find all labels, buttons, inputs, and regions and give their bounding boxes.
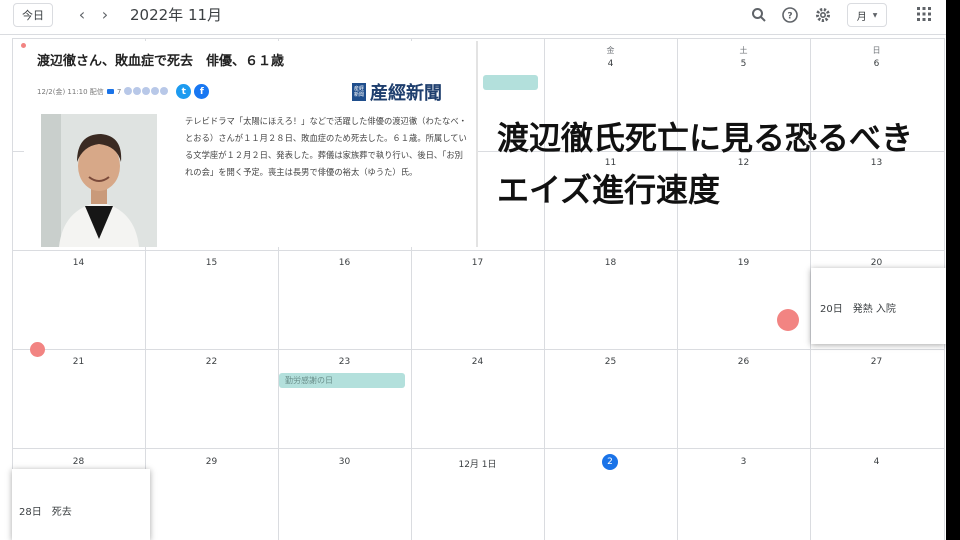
- day-number[interactable]: 22: [145, 357, 278, 367]
- gear-icon[interactable]: [813, 5, 833, 25]
- facebook-icon[interactable]: f: [194, 84, 210, 99]
- chevron-right-icon[interactable]: ›: [96, 5, 114, 25]
- day-number[interactable]: 5: [677, 59, 810, 69]
- day-number[interactable]: 3: [677, 457, 810, 467]
- event-popup-death[interactable]: 28日 死去: [12, 469, 150, 540]
- day-number[interactable]: 19: [677, 258, 810, 268]
- day-number[interactable]: 21: [12, 357, 145, 367]
- today-button[interactable]: 今日: [13, 3, 53, 27]
- marker-dot: [777, 309, 799, 331]
- day-number[interactable]: 12月 1日: [411, 457, 544, 470]
- view-select-label: 月: [856, 11, 867, 23]
- month-title: 2022年 11月: [130, 6, 223, 24]
- day-number[interactable]: 4: [810, 457, 943, 467]
- day-number[interactable]: 28: [12, 457, 145, 467]
- paper-name: 産經新聞: [370, 83, 442, 104]
- paper-mark: 産経新聞: [352, 83, 366, 101]
- caret-down-icon: ▼: [872, 11, 878, 19]
- day-number[interactable]: 4: [544, 59, 677, 69]
- day-number[interactable]: 26: [677, 357, 810, 367]
- day-number[interactable]: 16: [278, 258, 411, 268]
- event-chip-holiday[interactable]: 勤労感謝の日: [279, 373, 405, 388]
- day-number[interactable]: 18: [544, 258, 677, 268]
- article-meta: 12/2(金) 11:10 配信 7 t f: [37, 84, 210, 99]
- day-number[interactable]: 27: [810, 357, 943, 367]
- weekday-label: 土: [739, 46, 748, 55]
- day-number[interactable]: 24: [411, 357, 544, 367]
- comment-icon: [106, 89, 114, 94]
- today-indicator[interactable]: 2: [602, 454, 618, 470]
- news-article-card: 渡辺徹さん、敗血症で死去 俳優、６１歳 12/2(金) 11:10 配信 7 t…: [21, 41, 478, 247]
- svg-text:?: ?: [787, 12, 792, 22]
- article-title: 渡辺徹さん、敗血症で死去 俳優、６１歳: [37, 54, 285, 69]
- day-number[interactable]: 14: [12, 258, 145, 268]
- reaction-avatars: [124, 86, 169, 97]
- day-number[interactable]: 20: [810, 258, 943, 268]
- event-chip[interactable]: [483, 75, 538, 90]
- day-number[interactable]: 23: [278, 357, 411, 367]
- comment-count: 7: [116, 87, 122, 96]
- search-icon[interactable]: [749, 5, 769, 25]
- toolbar: 今日 ‹ › 2022年 11月 ? 月 ▼: [0, 0, 946, 35]
- article-body: テレビドラマ「太陽にほえろ！」などで活躍した俳優の渡辺徹（わたなべ・とおる）さん…: [185, 116, 467, 177]
- article-date: 12/2(金) 11:10 配信: [37, 87, 104, 96]
- marker-dot: [30, 342, 45, 357]
- day-number[interactable]: 15: [145, 258, 278, 268]
- day-number[interactable]: 25: [544, 357, 677, 367]
- day-number[interactable]: 6: [810, 59, 943, 69]
- event-popup-fever[interactable]: 20日 発熱 入院: [811, 268, 946, 344]
- person-photo-icon: [41, 114, 157, 247]
- day-number[interactable]: 29: [145, 457, 278, 467]
- popup-text: 20日 発熱 入院: [820, 304, 896, 315]
- overlay-headline: 渡辺徹氏死亡に見る恐るべきエイズ進行速度: [497, 119, 914, 209]
- marker-dot: [21, 43, 26, 48]
- weekday-label: 日: [872, 46, 881, 55]
- day-number[interactable]: 30: [278, 457, 411, 467]
- day-number[interactable]: 17: [411, 258, 544, 268]
- calendar-app: 今日 ‹ › 2022年 11月 ? 月 ▼ 金 土 日 4 5 6 11 12…: [0, 0, 946, 540]
- twitter-icon[interactable]: t: [176, 84, 192, 99]
- newspaper-logo: 産経新聞 産經新聞: [352, 79, 442, 105]
- help-icon[interactable]: ?: [780, 5, 800, 25]
- weekday-label: 金: [606, 46, 615, 55]
- apps-grid-icon[interactable]: [917, 7, 931, 21]
- chevron-left-icon[interactable]: ‹: [73, 5, 91, 25]
- popup-text: 28日 死去: [19, 507, 72, 518]
- view-select[interactable]: 月 ▼: [847, 3, 887, 27]
